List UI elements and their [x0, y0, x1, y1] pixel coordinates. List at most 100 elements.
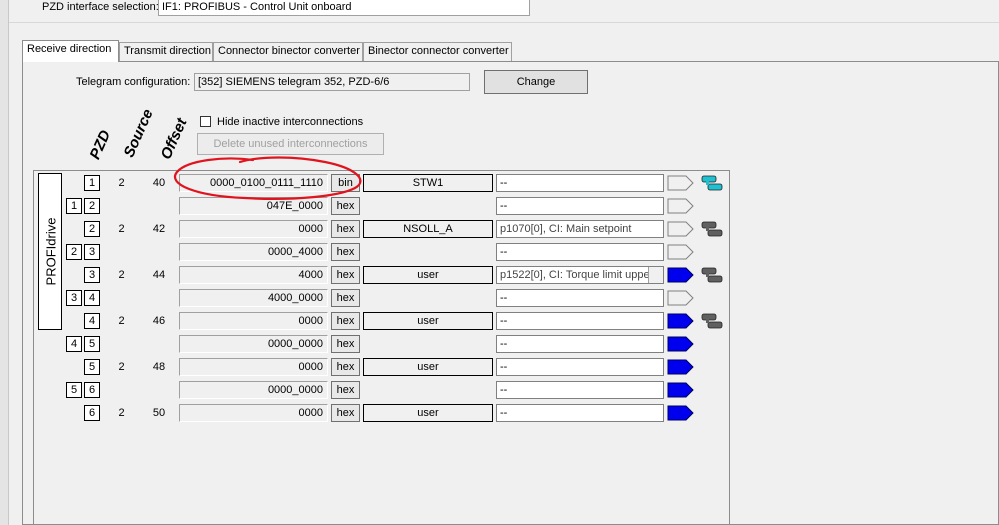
hide-inactive-label: Hide inactive interconnections: [217, 116, 364, 128]
blue-arrow-icon[interactable]: [667, 267, 694, 283]
source-value: 2: [118, 269, 125, 281]
interconnection-text: --: [500, 361, 508, 373]
interconnection-field[interactable]: --: [496, 404, 664, 422]
pzd-interface-label: PZD interface selection:: [42, 1, 159, 13]
signal-type-field[interactable]: NSOLL_A: [363, 220, 493, 238]
pzd-number: 2: [84, 221, 100, 237]
blue-arrow-icon[interactable]: [667, 313, 694, 329]
format-toggle-button[interactable]: hex: [331, 243, 360, 261]
signal-type-field[interactable]: user: [363, 266, 493, 284]
signal-type-field[interactable]: user: [363, 312, 493, 330]
interconnection-text: --: [500, 407, 508, 419]
offset-value: 42: [152, 223, 166, 235]
signal-type-field[interactable]: user: [363, 404, 493, 422]
format-toggle-button[interactable]: hex: [331, 220, 360, 238]
interconnection-text: --: [500, 200, 508, 212]
change-telegram-button[interactable]: Change: [484, 70, 588, 94]
interconnection-field[interactable]: --: [496, 197, 664, 215]
format-toggle-button[interactable]: hex: [331, 404, 360, 422]
interconnection-field[interactable]: --: [496, 243, 664, 261]
signal-type-field[interactable]: user: [363, 358, 493, 376]
format-toggle-button[interactable]: hex: [331, 312, 360, 330]
pzd-sub-index: 5: [66, 382, 82, 398]
interconnection-text: --: [500, 384, 508, 396]
interconnection-text: p1522[0], CI: Torque limit upper: [500, 269, 654, 281]
telegram-config-field: [352] SIEMENS telegram 352, PZD-6/6: [194, 73, 470, 91]
format-toggle-button[interactable]: hex: [331, 358, 360, 376]
interconnection-text: --: [500, 177, 508, 189]
tab-transmit-direction[interactable]: Transmit direction: [119, 42, 213, 61]
dropdown-arrow-icon[interactable]: [648, 267, 663, 283]
source-value: 2: [118, 315, 125, 327]
format-toggle-button[interactable]: hex: [331, 289, 360, 307]
pzd-number: 4: [84, 290, 100, 306]
pzd-number: 5: [84, 359, 100, 375]
interconnection-field[interactable]: --: [496, 174, 664, 192]
pzd-number: 3: [84, 244, 100, 260]
interconnection-field[interactable]: p1522[0], CI: Torque limit upper: [496, 266, 664, 284]
offset-value: 46: [152, 315, 166, 327]
pzd-sub-index: 1: [66, 198, 82, 214]
grey-arrow-icon[interactable]: [667, 290, 694, 306]
pzd-value-field: 0000: [179, 404, 328, 422]
pzd-number: 6: [84, 405, 100, 421]
tab-binector-connector-converter[interactable]: Binector connector converter: [363, 42, 512, 61]
interconnection-field[interactable]: --: [496, 335, 664, 353]
tab-receive-direction[interactable]: Receive direction: [22, 40, 119, 62]
interconnection-text: p1070[0], CI: Main setpoint: [500, 223, 632, 235]
source-value: 2: [118, 177, 125, 189]
cyan-connector-icon[interactable]: [700, 174, 724, 192]
interconnection-field[interactable]: --: [496, 312, 664, 330]
pzd-number: 1: [84, 175, 100, 191]
hide-inactive-checkbox[interactable]: [200, 116, 211, 127]
interconnection-field[interactable]: p1070[0], CI: Main setpoint: [496, 220, 664, 238]
pzd-interface-field[interactable]: IF1: PROFIBUS - Control Unit onboard: [158, 0, 530, 16]
format-toggle-button[interactable]: hex: [331, 381, 360, 399]
pzd-sub-index: 3: [66, 290, 82, 306]
pzd-number: 3: [84, 267, 100, 283]
pzd-number: 5: [84, 336, 100, 352]
grey-arrow-icon[interactable]: [667, 198, 694, 214]
interconnection-text: --: [500, 315, 508, 327]
interconnection-field[interactable]: --: [496, 358, 664, 376]
grey-connector-icon[interactable]: [700, 266, 724, 284]
tab-connector-binector-converter[interactable]: Connector binector converter: [213, 42, 363, 61]
signal-type-field[interactable]: STW1: [363, 174, 493, 192]
format-toggle-button[interactable]: hex: [331, 266, 360, 284]
offset-value: 44: [152, 269, 166, 281]
pzd-value-field: 0000_4000: [179, 243, 328, 261]
pzd-value-field: 0000_0000: [179, 381, 328, 399]
blue-arrow-icon[interactable]: [667, 405, 694, 421]
left-border: [0, 0, 9, 525]
grey-arrow-icon[interactable]: [667, 221, 694, 237]
interconnection-field[interactable]: --: [496, 381, 664, 399]
blue-arrow-icon[interactable]: [667, 359, 694, 375]
pzd-value-field: 0000: [179, 220, 328, 238]
format-toggle-button[interactable]: hex: [331, 335, 360, 353]
red-annotation-ellipse: [174, 156, 362, 200]
pzd-number: 6: [84, 382, 100, 398]
pzd-value-field: 4000_0000: [179, 289, 328, 307]
pzd-number: 4: [84, 313, 100, 329]
source-value: 2: [118, 361, 125, 373]
interconnection-text: --: [500, 246, 508, 258]
pzd-value-field: 4000: [179, 266, 328, 284]
source-value: 2: [118, 407, 125, 419]
pzd-value-field: 0000_0000: [179, 335, 328, 353]
grey-arrow-icon[interactable]: [667, 175, 694, 191]
interconnection-field[interactable]: --: [496, 289, 664, 307]
blue-arrow-icon[interactable]: [667, 336, 694, 352]
telegram-config-label: Telegram configuration:: [76, 76, 191, 88]
pzd-number: 2: [84, 198, 100, 214]
grey-connector-icon[interactable]: [700, 220, 724, 238]
profidrive-box: PROFIdrive: [38, 173, 62, 330]
profidrive-label: PROFIdrive: [43, 217, 59, 286]
pzd-sub-index: 2: [66, 244, 82, 260]
pzd-value-field: 0000: [179, 358, 328, 376]
grey-arrow-icon[interactable]: [667, 244, 694, 260]
offset-value: 50: [152, 407, 166, 419]
grey-connector-icon[interactable]: [700, 312, 724, 330]
blue-arrow-icon[interactable]: [667, 382, 694, 398]
pzd-value-field: 0000: [179, 312, 328, 330]
interconnection-text: --: [500, 292, 508, 304]
